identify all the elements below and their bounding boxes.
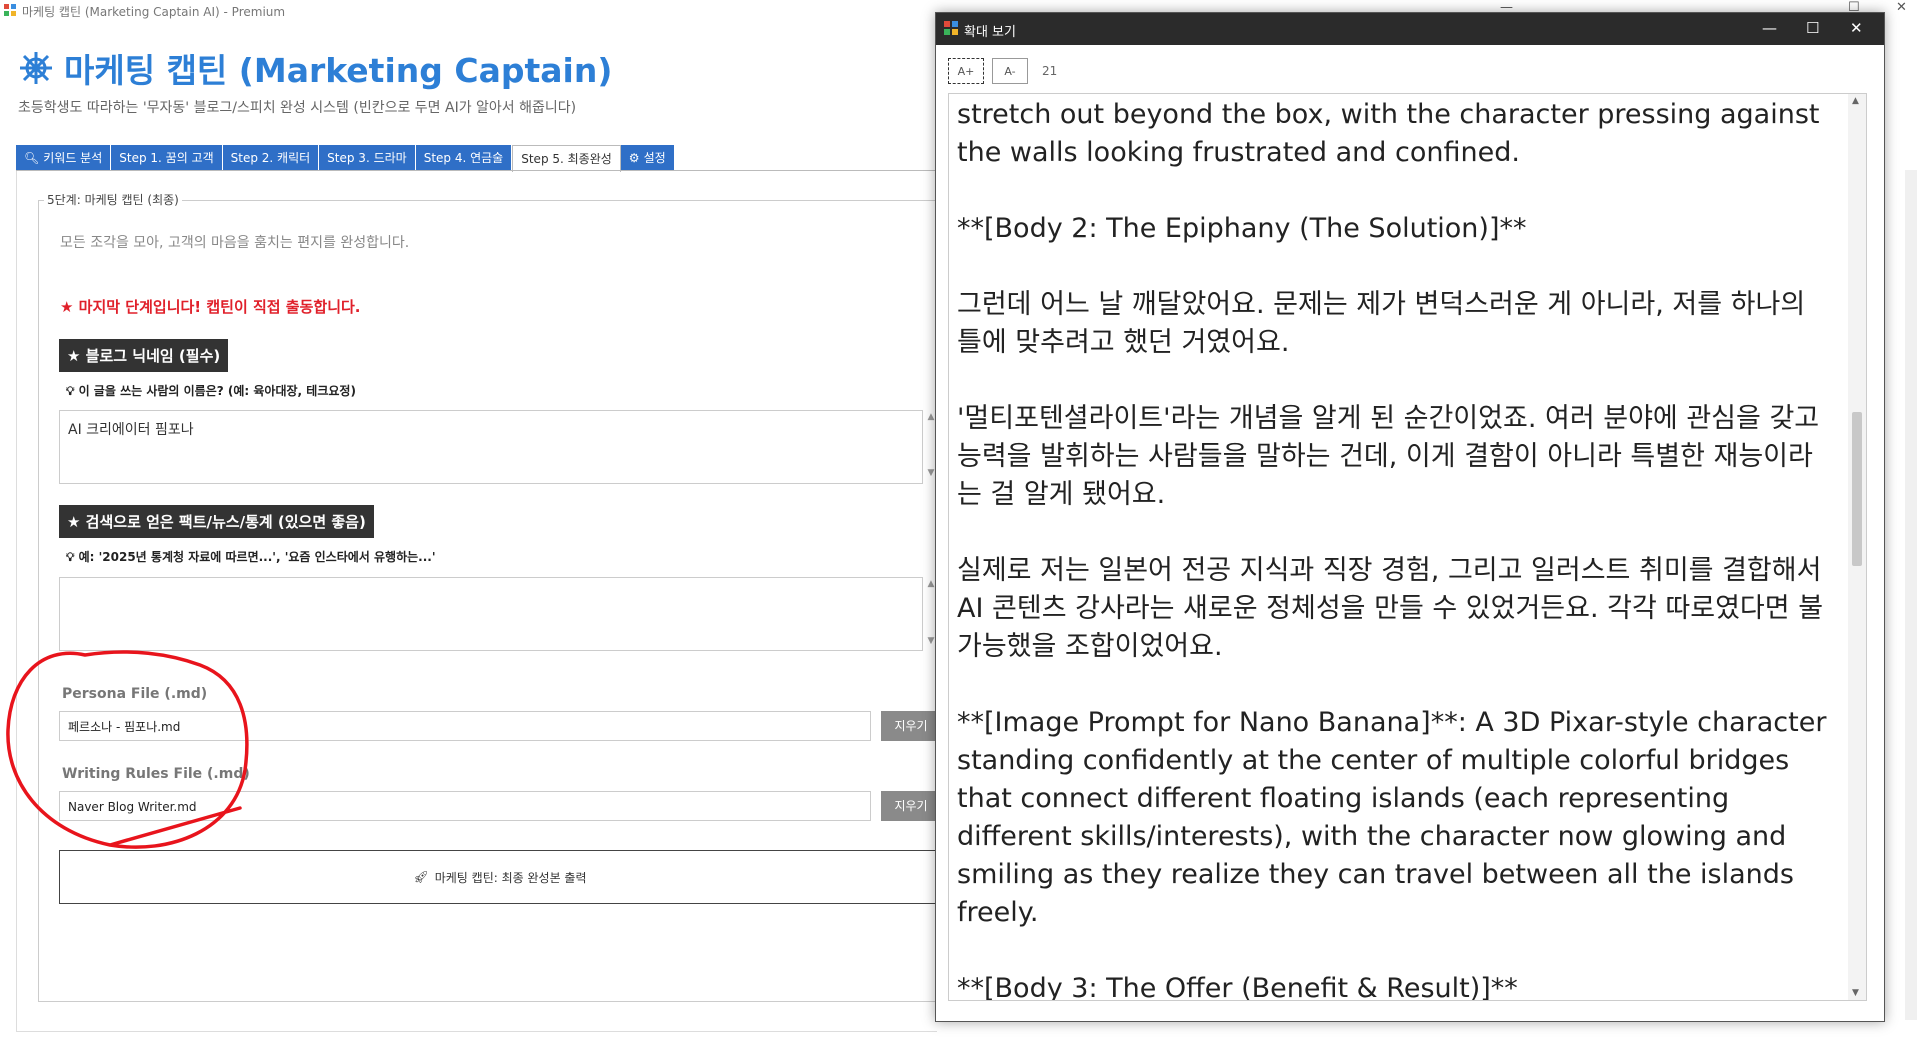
tab-label: 키워드 분석 xyxy=(43,151,103,165)
paragraph-spacer xyxy=(957,514,1837,552)
tab-label: Step 2. 캐릭터 xyxy=(230,151,311,165)
paragraph: '멀티포텐셜라이트'라는 개념을 알게 된 순간이었죠. 여러 분야에 관심을 … xyxy=(957,403,1828,510)
lightbulb-icon: 💡︎ xyxy=(66,384,75,398)
tab-bar: 🔍︎ 키워드 분석 Step 1. 꿈의 고객 Step 2. 캐릭터 Step… xyxy=(16,145,675,172)
zoom-close-button[interactable]: ✕ xyxy=(1850,19,1863,37)
app-title: 마케팅 캡틴 (Marketing Captain) xyxy=(64,51,613,90)
tab-label: Step 4. 연금술 xyxy=(423,151,504,165)
window-title: 마케팅 캡틴 (Marketing Captain AI) - Premium xyxy=(22,5,286,19)
font-decrease-button[interactable]: A- xyxy=(992,58,1028,84)
app-subtitle: 초등학생도 따라하는 '무자동' 블로그/스피치 완성 시스템 (빈칸으로 두면… xyxy=(18,100,577,116)
group-description: 모든 조각을 모아, 고객의 마음을 훔치는 편지를 완성합니다. xyxy=(60,235,410,251)
tab-label: Step 3. 드라마 xyxy=(327,151,407,165)
zoom-maximize-button[interactable]: ☐ xyxy=(1806,19,1819,37)
scroll-up-arrow[interactable]: ▲ xyxy=(1852,96,1859,106)
lightbulb-icon: 💡︎ xyxy=(66,550,75,564)
tab-keyword-analysis[interactable]: 🔍︎ 키워드 분석 xyxy=(16,145,112,171)
group-title: 5단계: 마케팅 캡틴 (최종) xyxy=(44,191,182,208)
nickname-input[interactable]: AI 크리에이터 핌포나 xyxy=(59,410,923,484)
tab-step2[interactable]: Step 2. 캐릭터 xyxy=(222,145,320,171)
tab-label: Step 5. 최종완성 xyxy=(521,152,612,166)
facts-hint: 💡︎ 예: '2025년 통계청 자료에 따르면...', '요즘 인스타에서 … xyxy=(66,548,436,565)
scroll-thumb[interactable] xyxy=(1852,412,1862,566)
rocket-icon: 🚀︎ xyxy=(413,870,429,884)
final-step-notice: ★ 마지막 단계입니다! 캡틴이 직접 출동합니다. xyxy=(60,298,361,316)
red-circle-annotation xyxy=(6,650,249,849)
rules-clear-button[interactable]: 지우기 xyxy=(881,791,941,821)
zoom-window-title: 확대 보기 xyxy=(964,25,1016,40)
app-header: 마케팅 캡틴 (Marketing Captain) xyxy=(18,44,612,92)
paragraph-spacer xyxy=(957,362,1837,400)
paragraph: **[Body 2: The Epiphany (The Solution)]*… xyxy=(957,213,1527,244)
zoom-text-content: stretch out beyond the box, with the cha… xyxy=(957,96,1837,1001)
zoom-text-area[interactable]: stretch out beyond the box, with the cha… xyxy=(948,93,1867,1001)
search-icon: 🔍︎ xyxy=(24,151,40,165)
hint-text: 예: '2025년 통계청 자료에 따르면...', '요즘 인스타에서 유행하… xyxy=(78,550,436,564)
paragraph: **[Body 3: The Offer (Benefit & Result)]… xyxy=(957,973,1518,1001)
tab-step1[interactable]: Step 1. 꿈의 고객 xyxy=(111,145,223,171)
paragraph: stretch out beyond the box, with the cha… xyxy=(957,99,1829,168)
zoom-titlebar: 확대 보기 — ☐ ✕ xyxy=(936,13,1884,45)
persona-clear-button[interactable]: 지우기 xyxy=(881,711,941,741)
zoom-minimize-button[interactable]: — xyxy=(1762,19,1777,37)
tab-step5[interactable]: Step 5. 최종완성 xyxy=(512,145,621,172)
tab-label: 설정 xyxy=(643,151,666,165)
app-icon xyxy=(944,21,958,35)
font-increase-button[interactable]: A+ xyxy=(948,58,984,84)
gear-icon: ⚙ xyxy=(628,151,640,165)
zoom-view-window: 확대 보기 — ☐ ✕ A+ A- 21 stretch out beyond … xyxy=(935,12,1885,1022)
nickname-label: ★ 블로그 닉네임 (필수) xyxy=(59,339,229,372)
paragraph: **[Image Prompt for Nano Banana]**: A 3D… xyxy=(957,707,1836,928)
app-icon xyxy=(4,4,16,16)
tab-label: Step 1. 꿈의 고객 xyxy=(119,151,214,165)
tab-step4[interactable]: Step 4. 연금술 xyxy=(415,145,513,171)
paragraph-spacer xyxy=(957,666,1837,704)
hint-text: 이 글을 쓰는 사람의 이름은? (예: 육아대장, 테크요정) xyxy=(78,384,356,398)
nickname-hint: 💡︎ 이 글을 쓰는 사람의 이름은? (예: 육아대장, 테크요정) xyxy=(66,382,356,399)
font-size-value: 21 xyxy=(1042,64,1058,78)
scroll-down-arrow[interactable]: ▼ xyxy=(1852,988,1859,998)
paragraph-spacer xyxy=(957,932,1837,970)
tab-settings[interactable]: ⚙ 설정 xyxy=(620,145,675,171)
paragraph-spacer xyxy=(957,248,1837,286)
close-button[interactable]: ✕ xyxy=(1896,0,1907,15)
facts-label: ★ 검색으로 얻은 팩트/뉴스/통계 (있으면 좋음) xyxy=(59,505,374,538)
button-label: 마케팅 캡틴: 최종 완성본 출력 xyxy=(434,870,587,885)
paragraph: 그런데 어느 날 깨달았어요. 문제는 제가 변덕스러운 게 아니라, 저를 하… xyxy=(957,289,1814,358)
zoom-scrollbar[interactable]: ▲ ▼ xyxy=(1848,94,1866,1000)
paragraph-spacer xyxy=(957,172,1837,210)
tab-step3[interactable]: Step 3. 드라마 xyxy=(319,145,416,171)
main-scrollbar[interactable] xyxy=(1905,170,1917,1020)
paragraph: 실제로 저는 일본어 전공 지식과 직장 경험, 그리고 일러스트 취미를 결합… xyxy=(957,555,1831,662)
ship-wheel-icon xyxy=(20,52,52,84)
zoom-toolbar: A+ A- 21 xyxy=(948,58,1057,84)
